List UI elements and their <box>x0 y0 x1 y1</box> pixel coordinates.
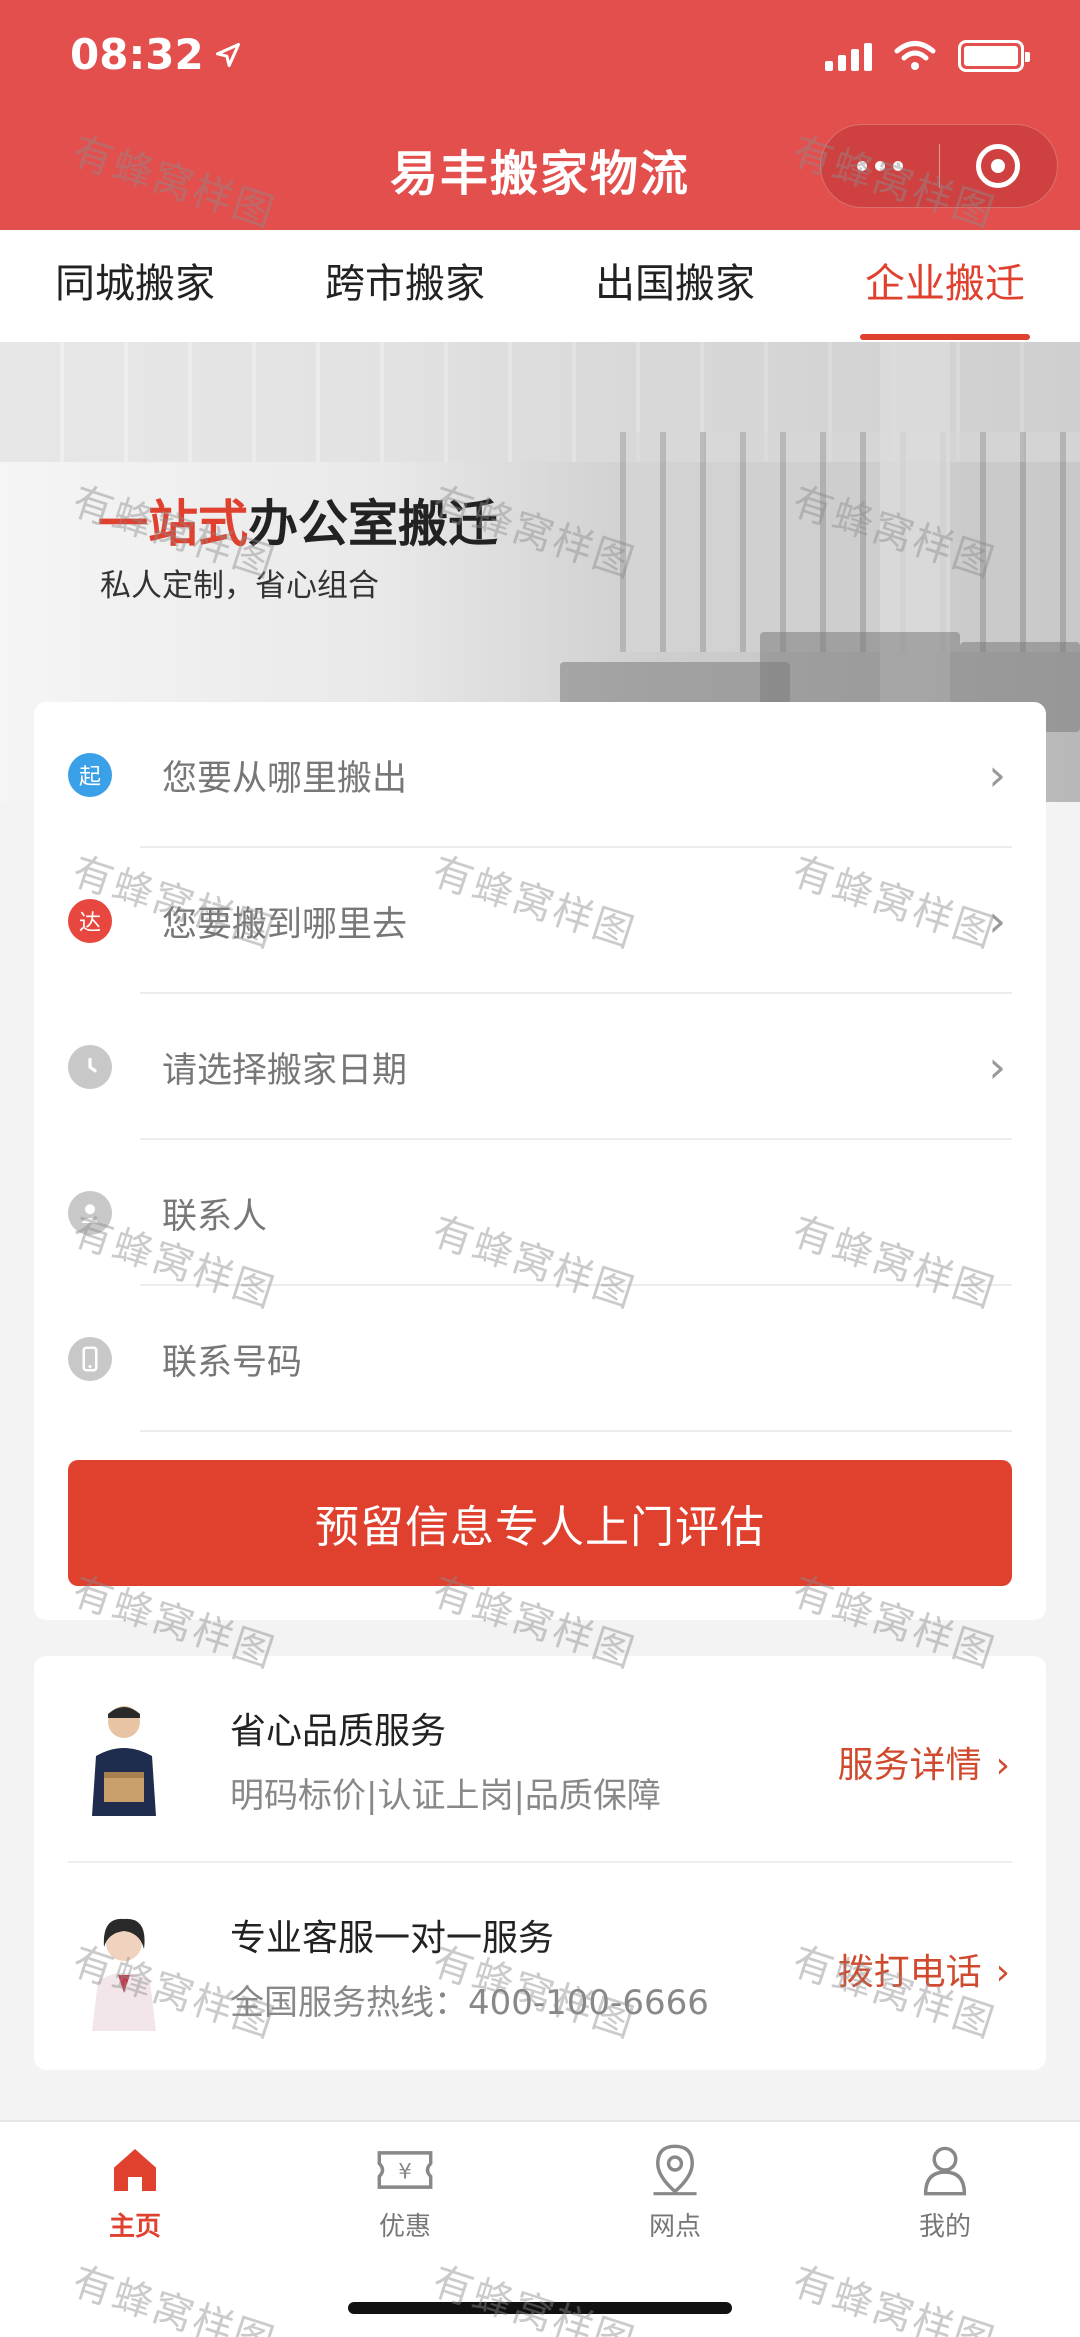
start-badge-icon: 起 <box>68 753 112 797</box>
move-request-form: 起 您要从哪里搬出 › 达 您要搬到哪里去 › 请选择搬家日期 › 联系人 联系… <box>34 702 1046 1620</box>
contact-name-field[interactable]: 联系人 <box>34 1140 1046 1286</box>
service-info-card: 省心品质服务 明码标价|认证上岗|品质保障 服务详情 › 专业客服一对一服务 全国… <box>34 1656 1046 2070</box>
phone-icon <box>68 1337 112 1381</box>
tab-intercity-move[interactable]: 跨市搬家 <box>270 230 540 342</box>
wifi-icon <box>894 41 936 70</box>
banner-headline: 一站式办公室搬迁 <box>98 495 498 553</box>
banner-subtitle: 私人定制，省心组合 <box>100 568 379 604</box>
battery-icon <box>958 40 1030 72</box>
chevron-right-icon: › <box>988 749 1006 801</box>
svg-text:¥: ¥ <box>398 2160 412 2185</box>
move-date-field[interactable]: 请选择搬家日期 › <box>34 994 1046 1140</box>
mini-program-capsule <box>820 124 1058 208</box>
service-details-link[interactable]: 服务详情 › <box>838 1736 1010 1788</box>
agent-avatar <box>74 1903 174 2033</box>
tab-local-move[interactable]: 同城搬家 <box>0 230 270 342</box>
location-arrow-icon <box>215 42 240 67</box>
location-icon <box>653 2144 697 2196</box>
tab-overseas-move[interactable]: 出国搬家 <box>540 230 810 342</box>
chevron-right-icon: › <box>988 1041 1006 1093</box>
chevron-right-icon: › <box>995 1745 1010 1786</box>
home-icon <box>114 2149 156 2191</box>
end-badge-icon: 达 <box>68 899 112 943</box>
status-icons <box>825 40 1030 72</box>
more-menu-icon[interactable] <box>821 161 939 171</box>
category-tabs: 同城搬家 跨市搬家 出国搬家 企业搬迁 <box>0 230 1080 342</box>
person-icon <box>68 1191 112 1235</box>
user-icon <box>923 2146 967 2196</box>
call-phone-link[interactable]: 拨打电话 › <box>838 1943 1010 1995</box>
tabbar-profile[interactable]: 我的 <box>810 2136 1080 2256</box>
status-time: 08:32 <box>70 30 242 79</box>
coupon-icon: ¥ <box>377 2151 433 2189</box>
tabbar-home[interactable]: 主页 <box>0 2136 270 2256</box>
chevron-right-icon: › <box>988 895 1006 947</box>
submit-assessment-button[interactable]: 预留信息专人上门评估 <box>68 1460 1012 1586</box>
chevron-right-icon: › <box>995 1952 1010 1993</box>
mover-avatar <box>74 1696 174 1826</box>
clock-icon <box>68 1045 112 1089</box>
tab-enterprise-move[interactable]: 企业搬迁 <box>810 230 1080 342</box>
signal-icon <box>825 41 872 71</box>
to-address-field[interactable]: 达 您要搬到哪里去 › <box>34 848 1046 994</box>
quality-service-row[interactable]: 省心品质服务 明码标价|认证上岗|品质保障 服务详情 › <box>34 1656 1046 1863</box>
home-indicator <box>348 2302 732 2314</box>
top-bar: 08:32 易丰搬家物流 <box>0 0 1080 230</box>
customer-service-row[interactable]: 专业客服一对一服务 全国服务热线：400-100-6666 拨打电话 › <box>34 1863 1046 2070</box>
close-mini-program-icon[interactable] <box>940 144 1058 188</box>
tabbar-branches[interactable]: 网点 <box>540 2136 810 2256</box>
phone-number-field[interactable]: 联系号码 <box>34 1286 1046 1432</box>
from-address-field[interactable]: 起 您要从哪里搬出 › <box>34 702 1046 848</box>
tabbar-offers[interactable]: ¥ 优惠 <box>270 2136 540 2256</box>
